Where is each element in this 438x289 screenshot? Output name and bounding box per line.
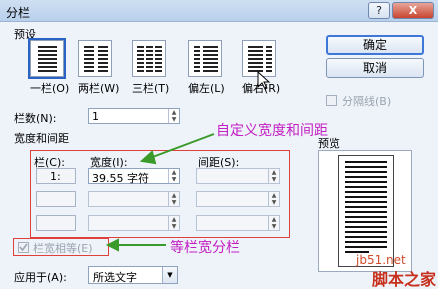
watermark-site: jb51.net [356,253,406,267]
watermark-name: 脚本之家 [372,270,437,289]
arrow-head-icon [139,150,157,165]
arrow-to-width-field [149,133,215,159]
annotation-arrows [105,133,215,252]
arrow-head-icon [105,238,119,252]
